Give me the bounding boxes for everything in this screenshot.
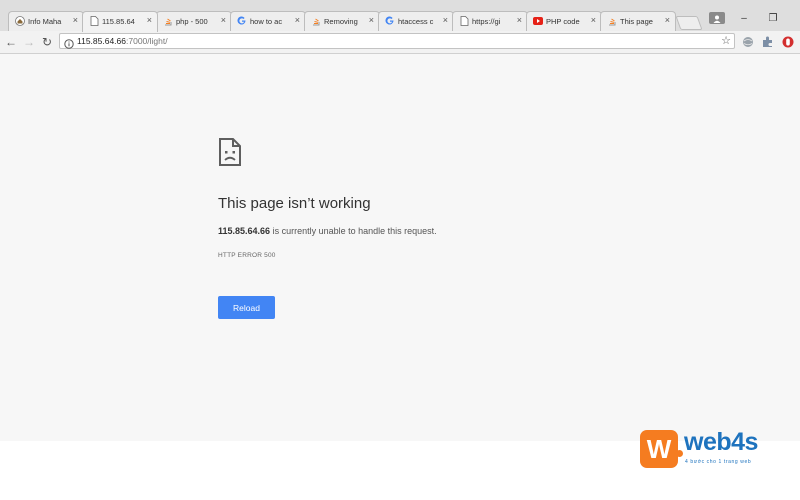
- stackoverflow-icon: [311, 16, 321, 26]
- extension-red-icon[interactable]: [781, 35, 795, 49]
- tab-strip: Info Maha × 115.85.64 × php - 500 × how …: [0, 0, 800, 32]
- tab-title: Info Maha: [28, 17, 62, 26]
- close-icon[interactable]: ×: [443, 15, 448, 25]
- stackoverflow-icon: [163, 16, 173, 26]
- extension-globe-icon[interactable]: [741, 35, 755, 49]
- tab-php-code[interactable]: PHP code ×: [526, 11, 602, 31]
- web4s-logo-icon: W: [640, 430, 678, 468]
- back-button[interactable]: ←: [3, 34, 19, 50]
- close-icon[interactable]: ×: [369, 15, 374, 25]
- close-icon[interactable]: ×: [665, 15, 670, 25]
- address-bar[interactable]: 115.85.64.66:7000/light/ ☆: [59, 33, 735, 49]
- logo-dot: [676, 450, 683, 457]
- tab-active-page[interactable]: 115.85.64 ×: [82, 11, 158, 32]
- browser-window: Info Maha × 115.85.64 × php - 500 × how …: [0, 0, 800, 500]
- home-icon: [15, 16, 25, 26]
- close-icon[interactable]: ×: [73, 15, 78, 25]
- tab-title: Removing: [324, 17, 358, 26]
- minimize-button[interactable]: –: [734, 13, 754, 24]
- page-icon: [89, 16, 99, 26]
- youtube-icon: [533, 16, 543, 26]
- extension-puzzle-icon[interactable]: [761, 35, 775, 49]
- tab-title: htaccess c: [398, 17, 434, 26]
- tab-title: This page: [620, 17, 653, 26]
- error-host: 115.85.64.66: [218, 226, 271, 236]
- profile-button[interactable]: [709, 12, 725, 24]
- forward-button[interactable]: →: [21, 34, 37, 50]
- error-heading: This page isn’t working: [218, 195, 371, 212]
- google-icon: [385, 16, 395, 26]
- error-message: is currently unable to handle this reque…: [270, 226, 437, 236]
- page-icon: [459, 16, 469, 26]
- tab-title: 115.85.64: [102, 17, 135, 26]
- tab-title: PHP code: [546, 17, 580, 26]
- close-icon[interactable]: ×: [221, 15, 226, 25]
- tab-title: php - 500: [176, 17, 208, 26]
- sad-document-icon: [218, 138, 242, 171]
- error-code: HTTP ERROR 500: [218, 252, 276, 259]
- person-icon: [713, 15, 721, 23]
- address-url: 115.85.64.66:7000/light/: [77, 36, 168, 46]
- tab-this-page[interactable]: This page ×: [600, 11, 676, 31]
- info-icon[interactable]: [64, 36, 74, 54]
- tab-htaccess[interactable]: htaccess c ×: [378, 11, 454, 31]
- close-icon[interactable]: ×: [147, 15, 152, 25]
- url-host: 115.85.64.66: [77, 36, 126, 46]
- reload-toolbar-button[interactable]: ↻: [39, 34, 55, 50]
- close-icon[interactable]: ×: [591, 15, 596, 25]
- tab-removing[interactable]: Removing ×: [304, 11, 380, 31]
- tab-https-gi[interactable]: https://gi ×: [452, 11, 528, 31]
- error-description: 115.85.64.66 is currently unable to hand…: [218, 226, 437, 236]
- web4s-watermark: W web4s 4 bước cho 1 trang web: [638, 428, 788, 472]
- page-content: This page isn’t working 115.85.64.66 is …: [0, 54, 800, 441]
- reload-button[interactable]: Reload: [218, 296, 275, 319]
- bookmark-star-icon[interactable]: ☆: [721, 34, 731, 47]
- watermark-tagline: 4 bước cho 1 trang web: [685, 459, 752, 465]
- stackoverflow-icon: [607, 16, 617, 26]
- tab-php-500[interactable]: php - 500 ×: [156, 11, 232, 31]
- browser-toolbar: ← → ↻ 115.85.64.66:7000/light/ ☆: [0, 31, 800, 54]
- url-path: :7000/light/: [126, 36, 168, 46]
- tab-title: https://gi: [472, 17, 501, 26]
- close-icon[interactable]: ×: [517, 15, 522, 25]
- new-tab-button[interactable]: [675, 16, 703, 30]
- tab-title: how to ac: [250, 17, 283, 26]
- tab-info-maha[interactable]: Info Maha ×: [8, 11, 84, 31]
- google-icon: [237, 16, 247, 26]
- tab-how-to[interactable]: how to ac ×: [230, 11, 306, 31]
- watermark-name: web4s: [684, 428, 758, 456]
- close-icon[interactable]: ×: [295, 15, 300, 25]
- restore-button[interactable]: ❐: [763, 13, 783, 24]
